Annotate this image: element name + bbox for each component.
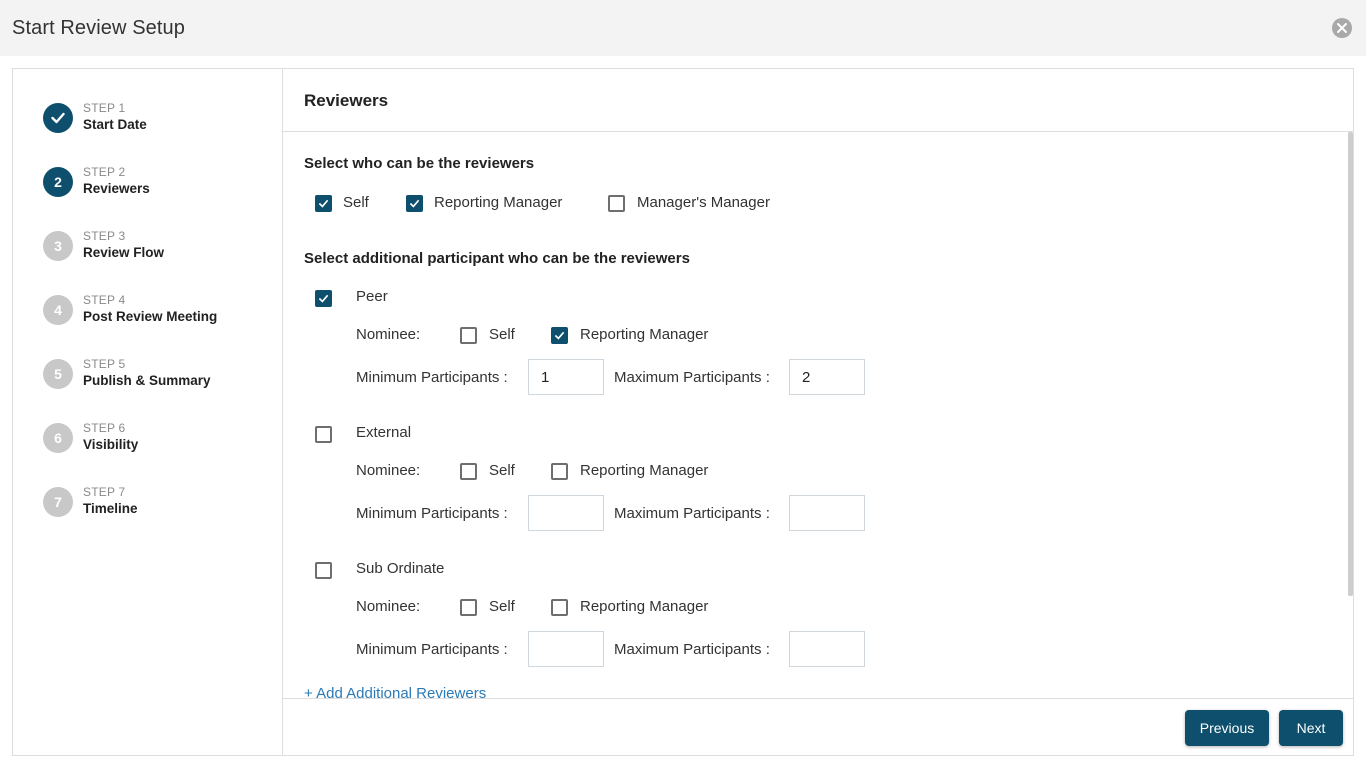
wizard-container: STEP 1 Start Date 2 STEP 2 Reviewers 3 S… (12, 68, 1354, 756)
external-nominee-reporting-manager-label: Reporting Manager (580, 462, 709, 479)
step-number: STEP 1 (83, 101, 126, 115)
reviewers-section-title: Select who can be the reviewers (304, 155, 535, 172)
peer-nominee-reporting-manager-checkbox[interactable] (551, 327, 568, 344)
sub-ordinate-nominee-reporting-manager-checkbox[interactable] (551, 599, 568, 616)
peer-nominee-self-label: Self (489, 326, 515, 343)
step-number: STEP 4 (83, 293, 126, 307)
max-participants-label: Maximum Participants : (614, 369, 770, 386)
external-max-participants-input[interactable] (789, 495, 865, 531)
checkmark-icon (409, 199, 420, 208)
sub-ordinate-nominee-self-checkbox[interactable] (460, 599, 477, 616)
reviewer-managers-manager-checkbox[interactable] (608, 195, 625, 212)
peer-nominee-self-checkbox[interactable] (460, 327, 477, 344)
panel-header: Reviewers (283, 69, 1353, 132)
sub-ordinate-nominee-self-label: Self (489, 598, 515, 615)
sub-ordinate-min-participants-input[interactable] (528, 631, 604, 667)
step-number: STEP 3 (83, 229, 126, 243)
max-participants-label: Maximum Participants : (614, 505, 770, 522)
reviewer-managers-manager-label: Manager's Manager (637, 194, 770, 211)
peer-nominee-reporting-manager-label: Reporting Manager (580, 326, 709, 343)
steps-sidebar: STEP 1 Start Date 2 STEP 2 Reviewers 3 S… (13, 69, 283, 755)
step-review-flow[interactable]: 3 STEP 3 Review Flow (43, 229, 273, 263)
close-button[interactable] (1332, 18, 1352, 38)
wizard-footer: Previous Next (283, 698, 1353, 755)
reviewer-reporting-manager-label: Reporting Manager (434, 194, 563, 211)
step-visibility[interactable]: 6 STEP 6 Visibility (43, 421, 273, 455)
step-number: STEP 5 (83, 357, 126, 371)
external-min-participants-input[interactable] (528, 495, 604, 531)
content-scrollbar[interactable] (1348, 132, 1353, 698)
external-nominee-reporting-manager-checkbox[interactable] (551, 463, 568, 480)
panel-title: Reviewers (304, 91, 389, 110)
add-additional-reviewers-link[interactable]: + Add Additional Reviewers (304, 685, 486, 698)
step-badge: 5 (43, 359, 73, 389)
min-participants-label: Minimum Participants : (356, 641, 508, 658)
step-publish-summary[interactable]: 5 STEP 5 Publish & Summary (43, 357, 273, 391)
step-name: Review Flow (83, 245, 165, 260)
step-name: Publish & Summary (83, 373, 211, 388)
nominee-label: Nominee: (356, 326, 421, 343)
step-number: STEP 6 (83, 421, 126, 435)
checkmark-icon (554, 331, 565, 340)
checkmark-icon (318, 199, 329, 208)
nominee-label: Nominee: (356, 462, 421, 479)
step-name: Timeline (83, 501, 138, 516)
peer-label: Peer (356, 288, 388, 305)
step-badge: 2 (43, 167, 73, 197)
step-post-review-meeting[interactable]: 4 STEP 4 Post Review Meeting (43, 293, 273, 327)
checkmark-icon (318, 294, 329, 303)
close-icon (1337, 23, 1347, 33)
external-nominee-self-label: Self (489, 462, 515, 479)
step-badge: 4 (43, 295, 73, 325)
reviewer-self-checkbox[interactable] (315, 195, 332, 212)
step-number: STEP 2 (83, 165, 126, 179)
step-timeline[interactable]: 7 STEP 7 Timeline (43, 485, 273, 519)
additional-section-title: Select additional participant who can be… (304, 250, 690, 267)
step-badge: 6 (43, 423, 73, 453)
min-participants-label: Minimum Participants : (356, 369, 508, 386)
scrollbar-thumb[interactable] (1348, 132, 1353, 596)
peer-min-participants-input[interactable] (528, 359, 604, 395)
reviewer-self-label: Self (343, 194, 369, 211)
step-number: STEP 7 (83, 485, 126, 499)
external-checkbox[interactable] (315, 426, 332, 443)
next-button[interactable]: Next (1279, 710, 1343, 746)
step-reviewers[interactable]: 2 STEP 2 Reviewers (43, 165, 273, 199)
previous-button[interactable]: Previous (1185, 710, 1269, 746)
step-name: Reviewers (83, 181, 150, 196)
min-participants-label: Minimum Participants : (356, 505, 508, 522)
step-name: Post Review Meeting (83, 309, 218, 324)
main-panel: Reviewers Select who can be the reviewer… (283, 69, 1353, 755)
step-name: Start Date (83, 117, 147, 132)
step-check-icon (43, 103, 73, 133)
dialog-header: Start Review Setup (0, 0, 1366, 56)
reviewers-form: Select who can be the reviewers Self Rep… (283, 132, 1353, 698)
external-nominee-self-checkbox[interactable] (460, 463, 477, 480)
dialog-title: Start Review Setup (12, 17, 185, 39)
step-badge: 7 (43, 487, 73, 517)
sub-ordinate-label: Sub Ordinate (356, 560, 445, 577)
step-start-date[interactable]: STEP 1 Start Date (43, 101, 273, 135)
nominee-label: Nominee: (356, 598, 421, 615)
step-name: Visibility (83, 437, 139, 452)
sub-ordinate-max-participants-input[interactable] (789, 631, 865, 667)
reviewer-reporting-manager-checkbox[interactable] (406, 195, 423, 212)
sub-ordinate-nominee-reporting-manager-label: Reporting Manager (580, 598, 709, 615)
peer-checkbox[interactable] (315, 290, 332, 307)
max-participants-label: Maximum Participants : (614, 641, 770, 658)
step-badge: 3 (43, 231, 73, 261)
external-label: External (356, 424, 412, 441)
sub-ordinate-checkbox[interactable] (315, 562, 332, 579)
peer-max-participants-input[interactable] (789, 359, 865, 395)
